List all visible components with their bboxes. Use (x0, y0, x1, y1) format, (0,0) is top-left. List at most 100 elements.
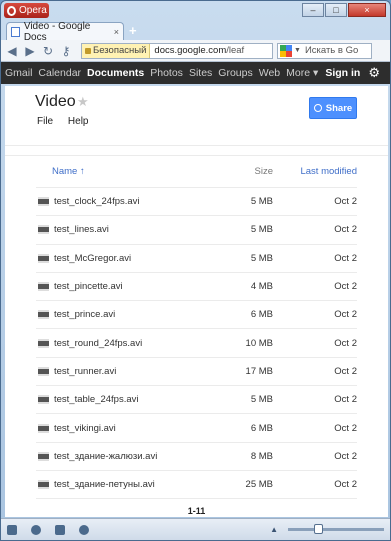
lock-icon (85, 47, 91, 54)
table-row[interactable]: test_vikingi.avi 6 MB Oct 2 (36, 414, 357, 443)
file-size: 10 MB (245, 337, 273, 349)
file-name[interactable]: test_vikingi.avi (36, 423, 203, 434)
file-name-label[interactable]: test_lines.avi (54, 224, 109, 235)
file-name-label[interactable]: test_round_24fps.avi (54, 338, 142, 349)
forward-icon[interactable]: ▶ (23, 44, 37, 58)
file-name-label[interactable]: test_здание-жалюзи.avi (54, 451, 157, 462)
zoom-menu-icon[interactable]: ▲ (270, 525, 278, 534)
video-file-icon (38, 366, 49, 376)
file-name[interactable]: test_prince.avi (36, 309, 203, 320)
menu-help[interactable]: Help (68, 116, 89, 127)
zoom-slider[interactable] (288, 524, 384, 534)
file-modified: Oct 2 (334, 224, 357, 236)
reload-icon[interactable]: ↻ (41, 44, 55, 58)
opera-menu-button[interactable]: Opera (4, 3, 49, 18)
gbar-web[interactable]: Web (259, 67, 280, 79)
close-window-button[interactable]: × (348, 3, 386, 17)
file-name[interactable]: test_clock_24fps.avi (36, 196, 203, 207)
file-size: 5 MB (250, 252, 273, 264)
video-file-icon (38, 338, 49, 348)
title-bar: Opera – □ × (1, 1, 390, 20)
file-size: 6 MB (250, 309, 273, 321)
minimize-button[interactable]: – (302, 3, 324, 17)
address-field[interactable]: Безопасный docs.google.com/leaf (81, 42, 273, 59)
gbar-documents[interactable]: Documents (87, 67, 144, 79)
opera-unite-icon[interactable] (31, 524, 41, 535)
globe-icon (313, 104, 322, 112)
file-name[interactable]: test_round_24fps.avi (36, 338, 203, 349)
table-row[interactable]: test_runner.avi 17 MB Oct 2 (36, 358, 357, 387)
file-modified: Oct 2 (334, 422, 357, 434)
zoom-slider-knob[interactable] (314, 524, 324, 534)
sort-by-name[interactable]: Name ↑ (36, 166, 203, 177)
sign-in-link[interactable]: Sign in (325, 67, 360, 79)
gbar-groups[interactable]: Groups (218, 67, 252, 79)
file-name-label[interactable]: test_McGregor.avi (54, 253, 131, 264)
file-name-label[interactable]: test_clock_24fps.avi (54, 196, 140, 207)
table-row[interactable]: test_clock_24fps.avi 5 MB Oct 2 (36, 188, 357, 217)
file-name-label[interactable]: test_runner.avi (54, 366, 116, 377)
browser-tab[interactable]: Video - Google Docs × (6, 20, 124, 43)
file-name[interactable]: test_здание-петуны.avi (36, 479, 203, 490)
chevron-down-icon[interactable]: ▼ (294, 47, 301, 54)
table-row[interactable]: test_lines.avi 5 MB Oct 2 (36, 216, 357, 245)
video-file-icon (38, 282, 49, 292)
file-name[interactable]: test_McGregor.avi (36, 253, 203, 264)
gbar-calendar[interactable]: Calendar (38, 67, 81, 79)
opera-logo-icon (7, 5, 16, 16)
video-file-icon (38, 310, 49, 320)
security-badge[interactable]: Безопасный (82, 43, 151, 58)
file-name[interactable]: test_pincette.avi (36, 281, 203, 292)
share-button[interactable]: Share (309, 97, 357, 119)
maximize-button[interactable]: □ (325, 3, 347, 17)
google-search-engine-icon[interactable] (280, 44, 292, 57)
file-name[interactable]: test_lines.avi (36, 224, 203, 235)
file-name-label[interactable]: test_vikingi.avi (54, 423, 116, 434)
docs-favicon-icon (11, 26, 20, 37)
file-name-label[interactable]: test_здание-петуны.avi (54, 479, 155, 490)
file-name-label[interactable]: test_pincette.avi (54, 281, 123, 292)
file-list: Name ↑ Size Last modified test_clock_24f… (36, 156, 357, 516)
file-rows: test_clock_24fps.avi 5 MB Oct 2 test_lines.… (36, 188, 357, 500)
file-size: 5 MB (250, 196, 273, 208)
file-size: 6 MB (250, 422, 273, 434)
menu-file[interactable]: File (37, 116, 53, 127)
file-name[interactable]: test_runner.avi (36, 366, 203, 377)
sort-by-modified[interactable]: Last modified (273, 166, 357, 177)
table-row[interactable]: test_round_24fps.avi 10 MB Oct 2 (36, 329, 357, 358)
star-icon[interactable]: ★ (77, 94, 89, 110)
table-row[interactable]: test_table_24fps.avi 5 MB Oct 2 (36, 386, 357, 415)
turbo-icon[interactable] (79, 524, 89, 535)
file-name-label[interactable]: test_prince.avi (54, 309, 115, 320)
file-modified: Oct 2 (334, 309, 357, 321)
file-name-label[interactable]: test_table_24fps.avi (54, 394, 139, 405)
gear-icon[interactable]: ⚙ (368, 65, 380, 81)
video-file-icon (38, 253, 49, 263)
table-row[interactable]: test_здание-жалюзи.avi 8 MB Oct 2 (36, 443, 357, 471)
table-row[interactable]: test_McGregor.avi 5 MB Oct 2 (36, 245, 357, 273)
file-modified: Oct 2 (334, 196, 357, 208)
video-file-icon (38, 480, 49, 490)
file-modified: Oct 2 (334, 479, 357, 491)
gbar-photos[interactable]: Photos (150, 67, 183, 79)
new-tab-button[interactable]: + (129, 23, 137, 38)
tab-title: Video - Google Docs (23, 20, 91, 43)
file-name[interactable]: test_здание-жалюзи.avi (36, 451, 203, 462)
security-label: Безопасный (93, 45, 147, 56)
zoom-control: ▲ (270, 524, 384, 534)
table-row[interactable]: test_здание-петуны.avi 25 MB Oct 2 (36, 471, 357, 500)
opera-link-icon[interactable] (55, 524, 65, 535)
gbar-sites[interactable]: Sites (189, 67, 212, 79)
panel-toggle-icon[interactable] (7, 524, 17, 535)
key-icon[interactable]: ⚷ (59, 44, 73, 58)
file-name[interactable]: test_table_24fps.avi (36, 394, 203, 405)
back-icon[interactable]: ◀ (5, 44, 19, 58)
status-bar: ▲ (1, 518, 390, 540)
opera-menu-label: Opera (19, 5, 47, 16)
tab-close-icon[interactable]: × (114, 27, 119, 37)
gbar-more[interactable]: More ▾ (286, 67, 318, 79)
search-field[interactable]: ▼ Искать в Go (277, 42, 372, 59)
table-row[interactable]: test_prince.avi 6 MB Oct 2 (36, 301, 357, 330)
table-row[interactable]: test_pincette.avi 4 MB Oct 2 (36, 273, 357, 302)
gbar-gmail[interactable]: Gmail (5, 67, 32, 79)
